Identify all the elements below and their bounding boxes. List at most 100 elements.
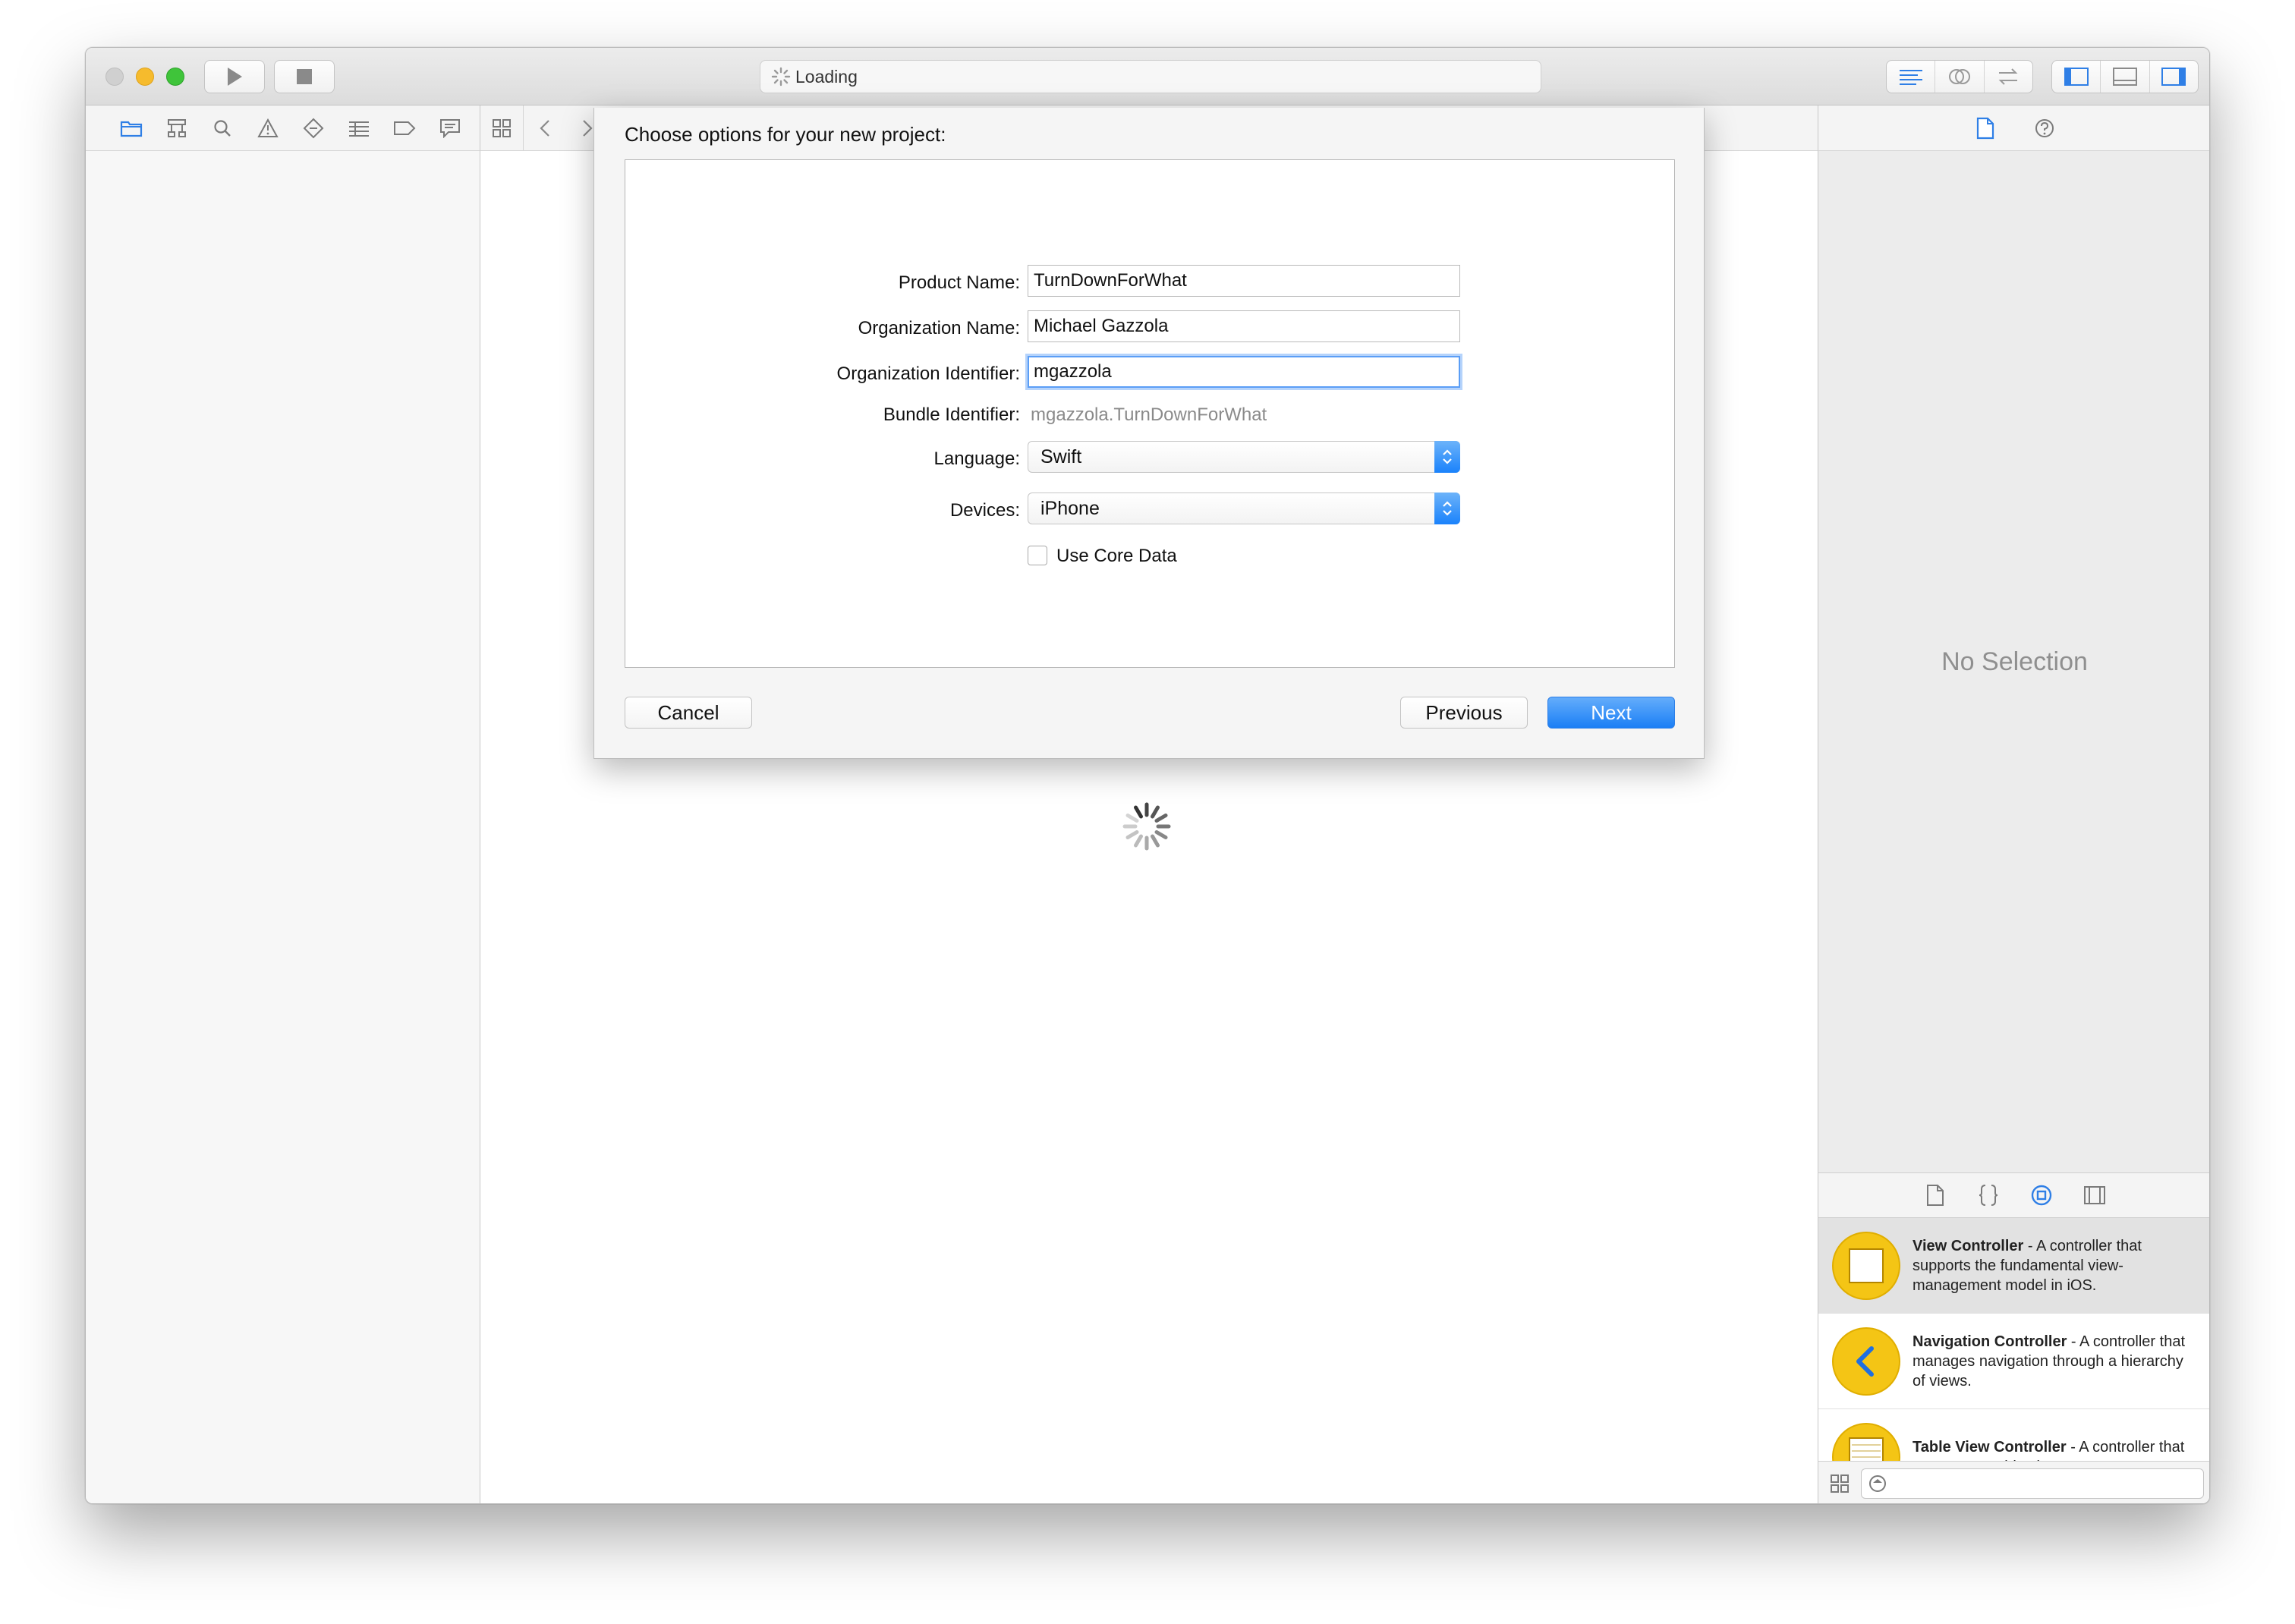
library-item-title: Navigation Controller xyxy=(1912,1333,2067,1350)
cancel-button[interactable]: Cancel xyxy=(625,697,752,729)
view-controller-icon xyxy=(1832,1231,1900,1300)
library-item-text: View Controller - A controller that supp… xyxy=(1912,1236,2193,1295)
popup-arrows-icon xyxy=(1434,441,1460,473)
right-panel-icon xyxy=(2161,68,2186,86)
test-navigator-tab[interactable] xyxy=(291,113,336,143)
navigator-area xyxy=(86,151,480,1503)
back-button[interactable] xyxy=(524,105,566,151)
close-window-button[interactable] xyxy=(105,68,124,86)
help-icon xyxy=(2035,118,2054,137)
version-editor-icon xyxy=(1998,68,2018,85)
document-icon xyxy=(1976,117,1994,139)
devices-popup-value: iPhone xyxy=(1040,498,1100,519)
code-snippet-library-tab[interactable] xyxy=(1966,1180,2011,1210)
speech-bubble-icon xyxy=(440,118,460,138)
chevron-left-icon xyxy=(540,119,549,137)
devices-popup[interactable]: iPhone xyxy=(1028,493,1460,524)
media-library-tab[interactable] xyxy=(2072,1180,2117,1210)
organization-identifier-field[interactable] xyxy=(1028,356,1460,388)
related-items-button[interactable] xyxy=(480,105,524,151)
loading-spinner-icon xyxy=(771,67,791,87)
bottom-panel-icon xyxy=(2112,68,2137,86)
object-library-tab[interactable] xyxy=(2019,1180,2064,1210)
project-navigator-tab[interactable] xyxy=(109,113,154,143)
left-panel-icon xyxy=(2064,68,2089,86)
stop-button[interactable] xyxy=(274,60,335,93)
library-filter-field[interactable] xyxy=(1861,1468,2204,1499)
braces-icon xyxy=(1979,1185,1998,1206)
grid-icon xyxy=(493,118,511,137)
standard-editor-icon xyxy=(1899,70,1922,85)
use-core-data-label[interactable]: Use Core Data xyxy=(1056,546,1177,567)
library-filter-bar xyxy=(1818,1461,2209,1503)
library-selector-bar xyxy=(1818,1172,2209,1218)
devices-label: Devices: xyxy=(949,500,1020,521)
file-template-icon xyxy=(1926,1185,1944,1206)
grid-icon xyxy=(1831,1474,1849,1493)
hierarchy-icon xyxy=(168,118,186,137)
inspector-selector-bar xyxy=(1818,105,2209,151)
object-library-icon xyxy=(2031,1185,2051,1206)
folder-icon xyxy=(120,121,143,137)
version-editor-button[interactable] xyxy=(1985,61,2032,93)
library-item-title: View Controller xyxy=(1912,1237,2024,1254)
navigation-controller-icon xyxy=(1832,1327,1900,1396)
assistant-editor-icon xyxy=(1948,69,1970,84)
toggle-utilities-button[interactable] xyxy=(2150,61,2198,93)
navigator-selector-bar xyxy=(86,105,480,151)
previous-button[interactable]: Previous xyxy=(1400,697,1528,729)
loading-spinner xyxy=(1122,802,1171,851)
organization-identifier-label: Organization Identifier: xyxy=(836,364,1020,384)
symbol-navigator-tab[interactable] xyxy=(154,113,200,143)
play-icon xyxy=(228,68,242,86)
report-navigator-tab[interactable] xyxy=(427,113,473,143)
assistant-editor-button[interactable] xyxy=(1935,61,1985,93)
language-popup-value: Swift xyxy=(1040,446,1082,467)
use-core-data-checkbox[interactable] xyxy=(1028,546,1047,565)
search-icon xyxy=(214,119,231,137)
library-view-mode-button[interactable] xyxy=(1818,1474,1861,1493)
filter-icon xyxy=(1869,1475,1886,1492)
inspector-area: No Selection xyxy=(1818,151,2209,1172)
toggle-debug-area-button[interactable] xyxy=(2101,61,2150,93)
standard-editor-button[interactable] xyxy=(1887,61,1936,93)
new-project-options-sheet: Choose options for your new project: Pro… xyxy=(593,108,1705,759)
product-name-field[interactable] xyxy=(1028,265,1460,297)
gauge-list-icon xyxy=(349,121,369,137)
issue-navigator-tab[interactable] xyxy=(245,113,291,143)
run-button[interactable] xyxy=(204,60,265,93)
warning-icon xyxy=(257,118,279,137)
organization-name-field[interactable] xyxy=(1028,310,1460,342)
organization-name-label: Organization Name: xyxy=(858,318,1020,338)
no-selection-label: No Selection xyxy=(1941,647,2088,676)
breakpoint-icon xyxy=(394,121,416,135)
product-name-label: Product Name: xyxy=(898,272,1020,293)
test-diamond-icon xyxy=(303,118,324,138)
find-navigator-tab[interactable] xyxy=(200,113,245,143)
library-item-view-controller[interactable]: View Controller - A controller that supp… xyxy=(1818,1218,2209,1314)
sheet-title: Choose options for your new project: xyxy=(625,123,946,146)
toggle-navigator-button[interactable] xyxy=(2052,61,2101,93)
zoom-window-button[interactable] xyxy=(166,68,184,86)
view-toggle-segmented-control xyxy=(2051,60,2199,93)
minimize-window-button[interactable] xyxy=(136,68,154,86)
file-inspector-tab[interactable] xyxy=(1963,113,2008,143)
film-strip-icon xyxy=(2083,1186,2105,1204)
popup-arrows-icon xyxy=(1434,493,1460,524)
debug-navigator-tab[interactable] xyxy=(336,113,382,143)
bundle-identifier-value: mgazzola.TurnDownForWhat xyxy=(1031,404,1267,425)
breakpoint-navigator-tab[interactable] xyxy=(382,113,427,143)
quick-help-inspector-tab[interactable] xyxy=(2022,113,2067,143)
activity-viewer: Loading xyxy=(760,60,1541,93)
activity-status-text: Loading xyxy=(795,66,858,87)
library-item-navigation-controller[interactable]: Navigation Controller - A controller tha… xyxy=(1818,1314,2209,1409)
next-button[interactable]: Next xyxy=(1547,697,1675,729)
library-item-text: Navigation Controller - A controller tha… xyxy=(1912,1332,2193,1391)
stop-icon xyxy=(297,69,312,84)
bundle-identifier-label: Bundle Identifier: xyxy=(883,404,1020,425)
editor-mode-segmented-control xyxy=(1886,60,2033,93)
language-popup[interactable]: Swift xyxy=(1028,441,1460,473)
file-template-library-tab[interactable] xyxy=(1912,1180,1958,1210)
library-item-title: Table View Controller xyxy=(1912,1438,2067,1456)
chevron-right-icon xyxy=(583,119,593,137)
